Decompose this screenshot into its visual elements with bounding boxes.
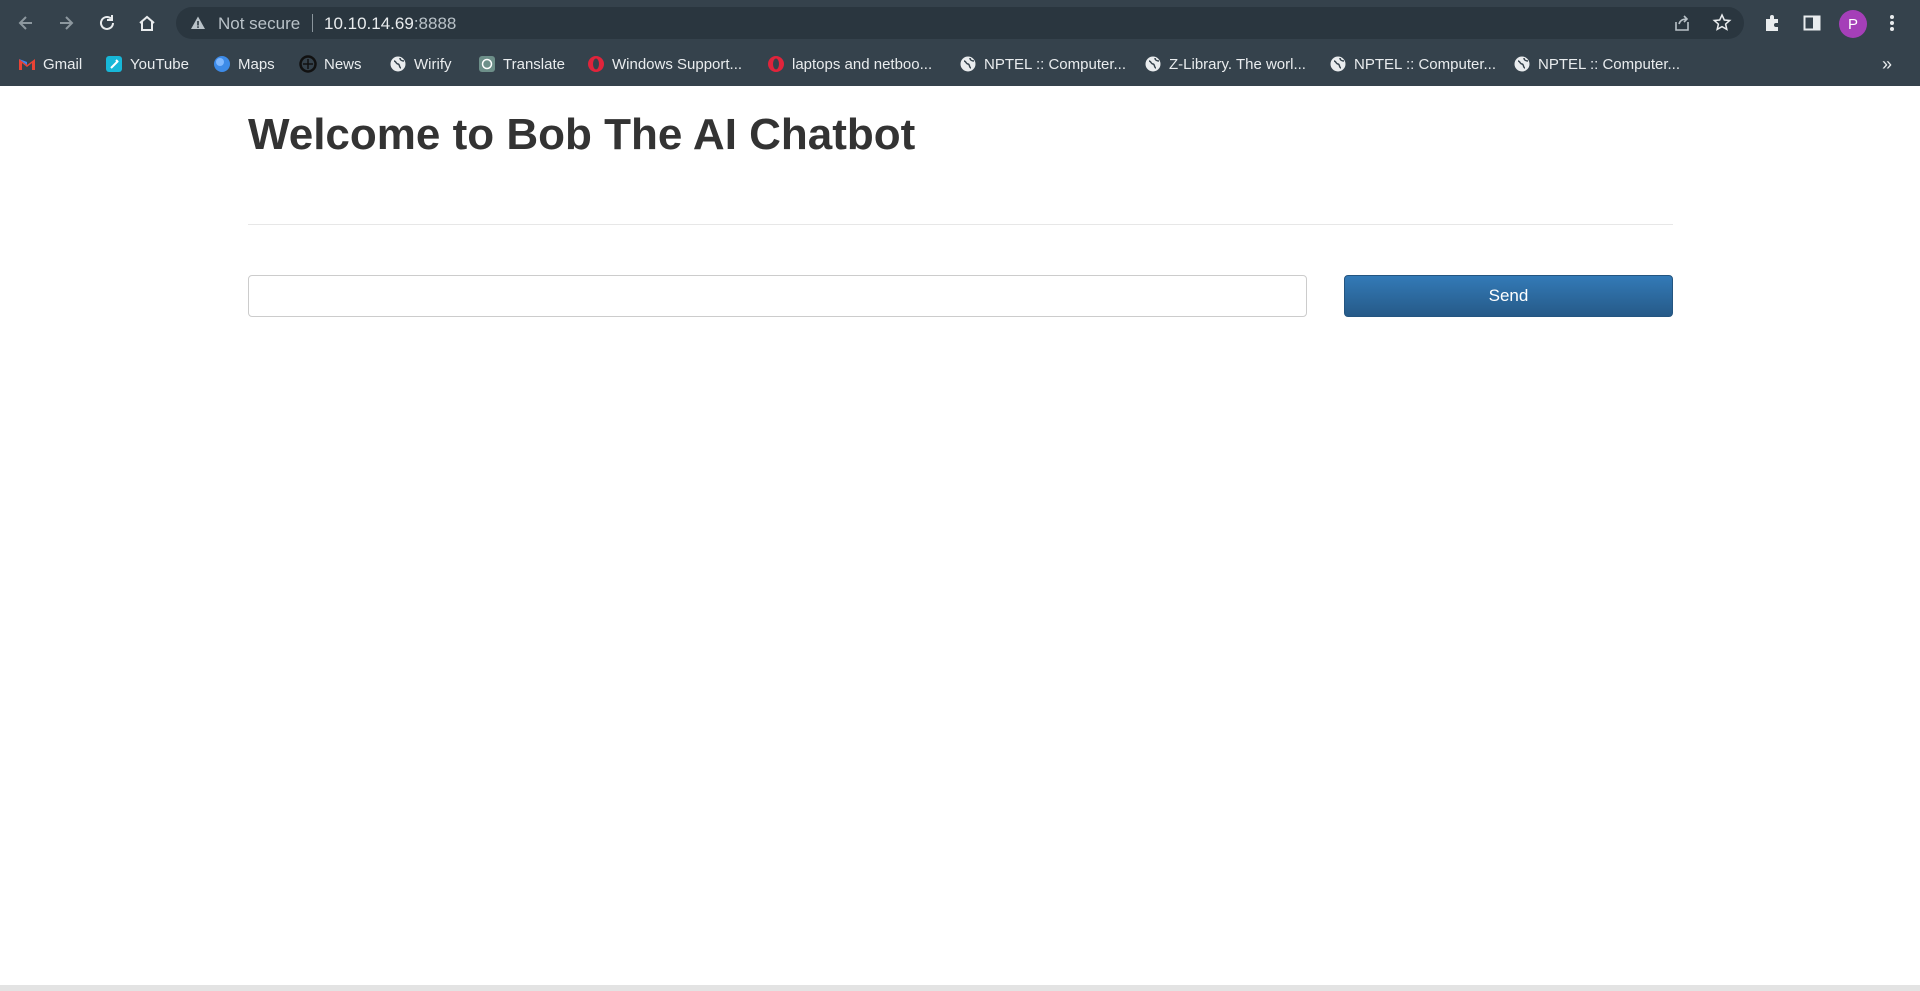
profile-avatar[interactable]: P xyxy=(1839,10,1867,38)
browser-chrome: Not secure 10.10.14.69:8888 P Gmail YouT… xyxy=(0,0,1920,86)
chatbot-page: Welcome to Bob The AI Chatbot Send xyxy=(0,86,1920,985)
globe-icon xyxy=(389,55,407,73)
opera-icon xyxy=(587,55,605,73)
bookmark-label: Gmail xyxy=(43,55,83,73)
bookmark-wirify[interactable]: Wirify xyxy=(389,52,452,76)
home-icon xyxy=(139,15,155,31)
globe-icon xyxy=(1329,55,1347,73)
bookmark-label: News xyxy=(324,55,362,73)
reload-icon xyxy=(100,15,114,30)
bookmark-label: YouTube xyxy=(130,55,189,73)
puzzle-icon xyxy=(1766,15,1778,31)
reload-button[interactable] xyxy=(93,9,121,37)
maps-icon xyxy=(213,55,231,73)
url-port: :8888 xyxy=(413,14,457,33)
bookmark-translate[interactable]: Translate xyxy=(478,52,565,76)
security-status[interactable]: Not secure xyxy=(218,14,300,34)
bookmark-nptel-2[interactable]: NPTEL :: Computer... xyxy=(1329,52,1496,76)
side-panel-button[interactable] xyxy=(1800,11,1824,35)
bookmark-label: NPTEL :: Computer... xyxy=(1538,55,1680,73)
bookmark-label: NPTEL :: Computer... xyxy=(984,55,1126,73)
bookmark-laptops[interactable]: laptops and netboo... xyxy=(767,52,932,76)
more-bookmarks-button[interactable]: » xyxy=(1882,54,1892,75)
bookmark-youtube[interactable]: YouTube xyxy=(105,52,189,76)
url-host: 10.10.14.69 xyxy=(324,14,414,33)
globe-icon xyxy=(1513,55,1531,73)
globe-icon xyxy=(959,55,977,73)
youtube-icon xyxy=(105,55,123,73)
back-button[interactable] xyxy=(12,9,40,37)
message-input[interactable] xyxy=(248,275,1307,317)
opera-icon xyxy=(767,55,785,73)
bookmark-label: Z-Library. The worl... xyxy=(1169,55,1306,73)
news-icon xyxy=(299,55,317,73)
side-panel-icon xyxy=(1803,15,1821,31)
bookmark-label: Wirify xyxy=(414,55,452,73)
browser-toolbar: Not secure 10.10.14.69:8888 P xyxy=(0,0,1920,46)
bookmark-label: NPTEL :: Computer... xyxy=(1354,55,1496,73)
bookmark-maps[interactable]: Maps xyxy=(213,52,275,76)
send-button[interactable]: Send xyxy=(1344,275,1673,317)
bookmark-nptel-1[interactable]: NPTEL :: Computer... xyxy=(959,52,1126,76)
forward-button[interactable] xyxy=(52,9,80,37)
browser-menu-button[interactable] xyxy=(1880,11,1904,35)
bookmark-nptel-3[interactable]: NPTEL :: Computer... xyxy=(1513,52,1680,76)
page-title: Welcome to Bob The AI Chatbot xyxy=(248,110,916,159)
gmail-icon xyxy=(18,55,36,73)
share-icon[interactable] xyxy=(1672,13,1692,33)
bookmark-windows-support[interactable]: Windows Support... xyxy=(587,52,742,76)
home-button[interactable] xyxy=(133,9,161,37)
bookmark-label: Translate xyxy=(503,55,565,73)
forward-arrow-icon xyxy=(60,16,74,30)
bookmark-label: Windows Support... xyxy=(612,55,743,73)
kebab-menu-icon xyxy=(1890,15,1894,31)
bookmark-label: Maps xyxy=(238,55,275,73)
translate-icon xyxy=(478,55,496,73)
bookmark-zlibrary[interactable]: Z-Library. The worl... xyxy=(1144,52,1306,76)
extensions-button[interactable] xyxy=(1760,11,1784,35)
warning-icon xyxy=(191,16,205,29)
bookmark-gmail[interactable]: Gmail xyxy=(18,52,82,76)
bookmark-news[interactable]: News xyxy=(299,52,362,76)
bookmark-label: laptops and netboo... xyxy=(792,55,933,73)
address-separator xyxy=(312,14,313,32)
divider xyxy=(248,224,1673,225)
address-bar[interactable]: Not secure 10.10.14.69:8888 xyxy=(176,7,1744,39)
globe-icon xyxy=(1144,55,1162,73)
back-arrow-icon xyxy=(18,16,32,30)
bookmarks-bar: Gmail YouTube Maps News Wirify Translate… xyxy=(0,46,1920,82)
url-text[interactable]: 10.10.14.69:8888 xyxy=(324,14,456,34)
window-bottom-edge xyxy=(0,985,1920,991)
bookmark-star-icon[interactable] xyxy=(1712,13,1732,33)
